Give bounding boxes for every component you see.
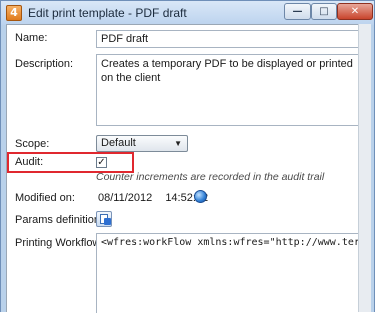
audit-label: Audit: — [15, 156, 44, 168]
chevron-down-icon: ▼ — [174, 139, 182, 148]
params-definition-button[interactable] — [96, 211, 112, 227]
workflow-editor[interactable]: <wfres:workFlow xmlns:wfres="http://www.… — [96, 233, 359, 313]
audit-hint: Counter increments are recorded in the a… — [96, 171, 325, 183]
app-icon: 4 — [6, 5, 22, 21]
minimize-icon: — — [292, 6, 303, 17]
scope-selected-value: Default — [101, 137, 136, 149]
vertical-scrollbar[interactable] — [358, 24, 371, 312]
scope-label: Scope: — [15, 138, 50, 150]
name-input[interactable]: PDF draft — [96, 30, 359, 48]
maximize-button[interactable]: □ — [311, 3, 337, 20]
modified-label: Modified on: — [15, 192, 75, 204]
title-bar[interactable]: 4 Edit print template - PDF draft — □ ✕ — [1, 1, 374, 25]
audit-checkbox[interactable]: ✓ — [96, 157, 107, 168]
scope-select[interactable]: Default ▼ — [96, 135, 188, 152]
globe-icon[interactable] — [194, 190, 207, 203]
window-title: Edit print template - PDF draft — [28, 6, 187, 20]
minimize-button[interactable]: — — [284, 3, 311, 20]
close-icon: ✕ — [350, 6, 360, 17]
name-label: Name: — [15, 32, 48, 44]
description-label: Description: — [15, 58, 74, 70]
params-label: Params definition: — [15, 214, 104, 226]
workflow-label: Printing Workflow: — [15, 237, 104, 249]
modified-date: 08/11/2012 — [98, 192, 153, 204]
close-button[interactable]: ✕ — [337, 3, 373, 20]
form-panel: Name: PDF draft Description: Creates a t… — [6, 24, 359, 313]
arrow-icon — [104, 218, 111, 225]
maximize-icon: □ — [319, 6, 329, 17]
description-textarea[interactable]: Creates a temporary PDF to be displayed … — [96, 54, 359, 126]
